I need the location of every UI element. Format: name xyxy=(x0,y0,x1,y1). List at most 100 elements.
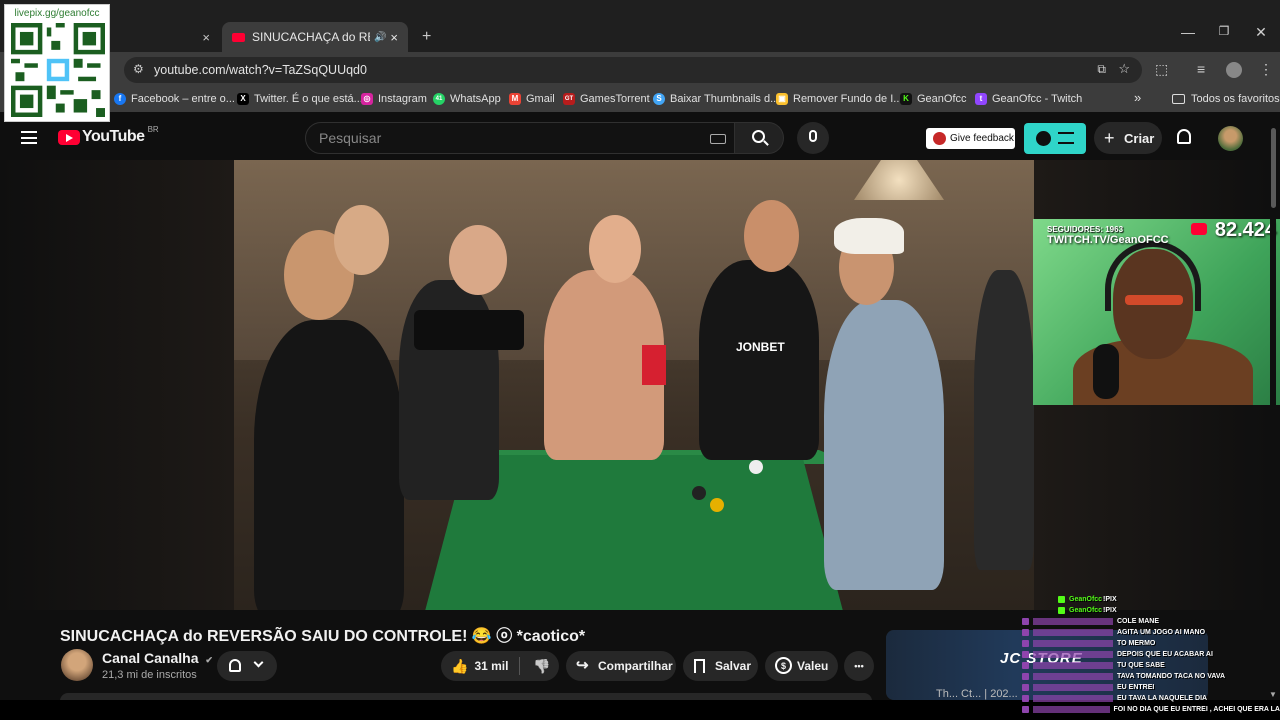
search-input[interactable]: Pesquisar xyxy=(305,122,735,154)
chat-username xyxy=(1033,695,1113,702)
media-control-icon[interactable]: ≡ xyxy=(1197,61,1205,77)
save-button[interactable]: Salvar xyxy=(683,651,758,681)
menu-kebab-icon[interactable]: ⋮ xyxy=(1259,61,1273,78)
tab-audio-icon[interactable]: 🔊 xyxy=(374,32,386,43)
more-actions-button[interactable]: ••• xyxy=(844,651,874,681)
thumbs-up-icon: 👍 xyxy=(451,657,469,674)
new-tab-button[interactable]: + xyxy=(412,22,438,52)
tab-close-icon[interactable]: × xyxy=(202,30,210,45)
chat-message: DEPOIS QUE EU ACABAR AI xyxy=(1020,649,1280,660)
player-backdrop-left xyxy=(0,160,234,610)
menu-lines-icon xyxy=(1058,132,1074,144)
kick-badge-icon xyxy=(1058,607,1065,614)
bookmark-label: Facebook – entre o... xyxy=(131,93,235,105)
tab-close-icon[interactable]: × xyxy=(390,30,398,45)
bookmark-instagram[interactable]: ◎ Instagram xyxy=(361,93,427,105)
jersey-text: JONBET xyxy=(736,340,785,354)
video-player[interactable]: JONBET xyxy=(234,160,1034,610)
plus-icon: + xyxy=(1104,128,1115,148)
remove-bg-icon: ▣ xyxy=(776,93,788,105)
bookmark-kick[interactable]: K GeanOfcc xyxy=(900,93,967,105)
all-bookmarks-folder[interactable]: Todos os favoritos xyxy=(1172,93,1280,105)
search-button[interactable] xyxy=(734,122,784,154)
address-bar[interactable]: ⚙ youtube.com/watch?v=TaZSqQUUqd0 ⧉ ☆ xyxy=(124,57,1142,83)
voice-search-button[interactable] xyxy=(797,122,829,154)
stream-chat-overlay: GeanOfcc !PIX GeanOfcc !PIX COLE MANE AGITA U… xyxy=(1020,594,1280,720)
bell-icon xyxy=(229,659,241,672)
white-cap xyxy=(834,218,904,254)
channel-name[interactable]: Canal Canalha ✔ xyxy=(102,650,213,666)
bookmark-twitter[interactable]: X Twitter. É o que está... xyxy=(237,93,363,105)
bookmark-label: WhatsApp xyxy=(450,93,501,105)
give-feedback-button[interactable]: Give feedback xyxy=(926,128,1015,149)
chat-message: AGITA UM JOGO AI MANO xyxy=(1020,627,1280,638)
folder-icon xyxy=(1172,94,1185,104)
keyboard-icon[interactable] xyxy=(710,134,726,144)
bookmark-whatsapp[interactable]: 41 WhatsApp xyxy=(433,93,501,105)
bookmark-twitch[interactable]: t GeanOfcc - Twitch xyxy=(975,93,1082,105)
sunglasses xyxy=(1125,295,1183,305)
chat-text: !PIX xyxy=(1103,596,1117,603)
streamer-webcam-overlay: SEGUIDORES: 1963 TWITCH.TV/GeanOFCC 82.4… xyxy=(1033,219,1280,405)
bookmark-label: Baixar Thumbnails d... xyxy=(670,93,780,105)
browser-toolbar: ⚙ youtube.com/watch?v=TaZSqQUUqd0 ⧉ ☆ ⬚ … xyxy=(0,52,1280,88)
person-background-right xyxy=(974,270,1034,570)
chat-text: DEPOIS QUE EU ACABAR AI xyxy=(1117,651,1213,658)
install-app-icon[interactable]: ⧉ xyxy=(1097,62,1106,77)
extensions-icon[interactable]: ⬚ xyxy=(1155,61,1168,78)
gamestorrent-icon: GT xyxy=(563,93,575,105)
share-button[interactable]: ↪ Compartilhar xyxy=(566,651,676,681)
thanks-button[interactable]: $ Valeu xyxy=(765,651,838,681)
bookmark-thumbnails[interactable]: S Baixar Thumbnails d... xyxy=(653,93,779,105)
close-window-button[interactable]: ✕ xyxy=(1243,24,1279,41)
youtube-play-icon xyxy=(58,129,80,145)
like-button[interactable]: 👍 31 mil xyxy=(441,651,517,681)
url-text: youtube.com/watch?v=TaZSqQUUqd0 xyxy=(154,63,367,77)
minimize-button[interactable]: — xyxy=(1170,24,1206,40)
chat-message: TU QUE SABE xyxy=(1020,660,1280,671)
bookmarks-bar: f Facebook – entre o... X Twitter. É o q… xyxy=(0,88,1280,112)
account-avatar[interactable] xyxy=(1218,126,1243,151)
youtube-logo[interactable]: YouTube BR xyxy=(58,125,159,146)
person-head xyxy=(744,200,799,272)
chat-username xyxy=(1033,618,1113,625)
bookmark-gmail[interactable]: M Gmail xyxy=(509,93,555,105)
restore-button[interactable]: ❐ xyxy=(1206,24,1242,38)
microphone xyxy=(1093,344,1119,399)
channel-avatar[interactable] xyxy=(61,649,93,681)
bookmarks-overflow-button[interactable]: » xyxy=(1134,90,1141,105)
create-button[interactable]: + Criar xyxy=(1094,122,1162,154)
hamburger-menu-icon[interactable] xyxy=(21,131,37,144)
profile-icon[interactable] xyxy=(1226,62,1242,78)
notifications-bell-icon[interactable] xyxy=(1177,129,1191,144)
browser-tab-active[interactable]: SINUCACHAÇA do REVERSÃ 🔊 × xyxy=(222,22,408,52)
chat-username xyxy=(1033,640,1113,647)
twitch-badge-icon xyxy=(1022,673,1029,680)
scrollbar-thumb[interactable] xyxy=(1271,128,1276,208)
twitch-badge-icon xyxy=(1022,640,1029,647)
bookmark-gamestorrent[interactable]: GT GamesTorrent xyxy=(563,93,650,105)
bookmark-star-icon[interactable]: ☆ xyxy=(1118,61,1130,77)
tab-label: SINUCACHAÇA do REVERSÃ xyxy=(252,30,370,44)
chat-username xyxy=(1033,651,1113,658)
extension-toolbar-button[interactable] xyxy=(1024,123,1086,154)
verified-icon: ✔ xyxy=(205,655,213,665)
chat-text: TO MERMO xyxy=(1117,640,1156,647)
subscriber-count: 21,3 mi de inscritos xyxy=(102,669,197,681)
chat-text: TAVA TOMANDO TACA NO VAVA xyxy=(1117,673,1226,680)
share-arrow-icon: ↪ xyxy=(576,657,589,674)
browser-tab-inactive[interactable]: × xyxy=(112,22,220,52)
dislike-button[interactable]: 👎 xyxy=(525,651,559,681)
bookmark-facebook[interactable]: f Facebook – entre o... xyxy=(114,93,235,105)
subscription-bell-button[interactable] xyxy=(217,651,277,681)
chat-text: FOI NO DIA QUE EU ENTREI , ACHEI QUE ERA… xyxy=(1113,706,1280,713)
youtube-wordmark: YouTube xyxy=(82,128,145,145)
chat-username xyxy=(1033,673,1113,680)
ball-yellow xyxy=(710,498,724,512)
twitch-badge-icon xyxy=(1022,684,1029,691)
site-info-icon[interactable]: ⚙ xyxy=(133,62,144,76)
bookmark-label: GeanOfcc - Twitch xyxy=(992,93,1083,105)
person-white-cap xyxy=(824,300,944,590)
save-label: Salvar xyxy=(715,659,752,673)
bookmark-remove-bg[interactable]: ▣ Remover Fundo de I... xyxy=(776,93,902,105)
